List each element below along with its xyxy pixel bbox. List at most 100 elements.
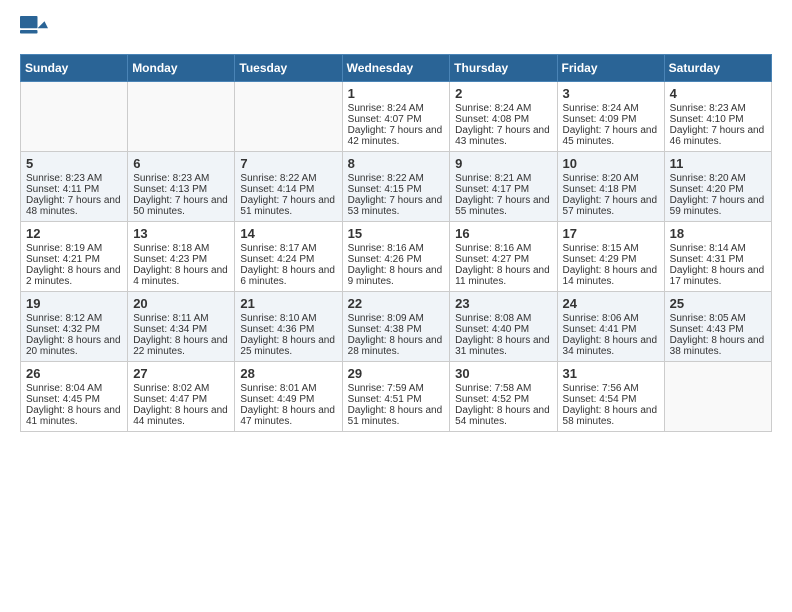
day-info: Sunrise: 8:06 AM: [563, 313, 659, 324]
day-info: Sunset: 4:54 PM: [563, 394, 659, 405]
day-info: Sunrise: 8:23 AM: [670, 103, 766, 114]
day-info: Daylight: 8 hours and 41 minutes.: [26, 405, 122, 427]
day-number: 23: [455, 296, 551, 311]
logo-icon: [20, 16, 48, 44]
calendar-cell: 6Sunrise: 8:23 AMSunset: 4:13 PMDaylight…: [128, 152, 235, 222]
day-number: 6: [133, 156, 229, 171]
day-number: 14: [240, 226, 336, 241]
day-info: Daylight: 8 hours and 14 minutes.: [563, 265, 659, 287]
calendar-cell: 27 Sunrise: 8:02 AMSunset: 4:47 PMDayligh…: [128, 362, 235, 432]
day-info: Sunrise: 8:02 AM: [133, 383, 229, 394]
day-info: Daylight: 8 hours and 51 minutes.: [348, 405, 445, 427]
day-info: Sunrise: 8:04 AM: [26, 383, 122, 394]
col-header-sunday: Sunday: [21, 55, 128, 82]
day-info: Sunset: 4:21 PM: [26, 254, 122, 265]
day-info: Daylight: 8 hours and 44 minutes.: [133, 405, 229, 427]
day-info: Sunset: 4:31 PM: [670, 254, 766, 265]
calendar-cell: 21Sunrise: 8:10 AMSunset: 4:36 PMDayligh…: [235, 292, 342, 362]
day-number: 25: [670, 296, 766, 311]
calendar-cell: 19Sunrise: 8:12 AMSunset: 4:32 PMDayligh…: [21, 292, 128, 362]
logo: [20, 16, 52, 44]
day-info: Daylight: 8 hours and 11 minutes.: [455, 265, 551, 287]
day-info: Sunrise: 8:14 AM: [670, 243, 766, 254]
day-info: Daylight: 8 hours and 58 minutes.: [563, 405, 659, 427]
day-info: Sunset: 4:38 PM: [348, 324, 445, 335]
day-info: Sunset: 4:23 PM: [133, 254, 229, 265]
day-number: 1: [348, 86, 445, 101]
day-number: 15: [348, 226, 445, 241]
calendar: SundayMondayTuesdayWednesdayThursdayFrid…: [20, 54, 772, 432]
day-info: Sunrise: 8:24 AM: [455, 103, 551, 114]
day-info: Sunset: 4:45 PM: [26, 394, 122, 405]
calendar-cell: 30Sunrise: 7:58 AMSunset: 4:52 PMDayligh…: [450, 362, 557, 432]
calendar-cell: 5Sunrise: 8:23 AMSunset: 4:11 PMDaylight…: [21, 152, 128, 222]
calendar-cell: 31 Sunrise: 7:56 AMSunset: 4:54 PMDayligh…: [557, 362, 664, 432]
day-info: Sunset: 4:49 PM: [240, 394, 336, 405]
day-number: 20: [133, 296, 229, 311]
page-header: [20, 16, 772, 44]
calendar-cell: [235, 82, 342, 152]
calendar-cell: 3Sunrise: 8:24 AMSunset: 4:09 PMDaylight…: [557, 82, 664, 152]
day-info: Daylight: 8 hours and 25 minutes.: [240, 335, 336, 357]
calendar-week-row: 5Sunrise: 8:23 AMSunset: 4:11 PMDaylight…: [21, 152, 772, 222]
day-number: 27: [133, 366, 229, 381]
day-info: Sunrise: 8:09 AM: [348, 313, 445, 324]
day-info: Daylight: 8 hours and 17 minutes.: [670, 265, 766, 287]
day-info: Sunset: 4:07 PM: [348, 114, 445, 125]
day-info: Sunset: 4:13 PM: [133, 184, 229, 195]
calendar-cell: 29Sunrise: 7:59 AMSunset: 4:51 PMDayligh…: [342, 362, 450, 432]
day-info: Sunset: 4:27 PM: [455, 254, 551, 265]
day-info: Sunrise: 8:15 AM: [563, 243, 659, 254]
day-info: Sunset: 4:40 PM: [455, 324, 551, 335]
col-header-friday: Friday: [557, 55, 664, 82]
day-number: 7: [240, 156, 336, 171]
calendar-cell: 26Sunrise: 8:04 AMSunset: 4:45 PMDayligh…: [21, 362, 128, 432]
calendar-cell: 14Sunrise: 8:17 AMSunset: 4:24 PMDayligh…: [235, 222, 342, 292]
day-info: Sunrise: 8:20 AM: [670, 173, 766, 184]
col-header-tuesday: Tuesday: [235, 55, 342, 82]
day-info: Sunrise: 8:08 AM: [455, 313, 551, 324]
calendar-cell: 28Sunrise: 8:01 AMSunset: 4:49 PMDayligh…: [235, 362, 342, 432]
day-info: Daylight: 7 hours and 53 minutes.: [348, 195, 445, 217]
calendar-cell: 7Sunrise: 8:22 AMSunset: 4:14 PMDaylight…: [235, 152, 342, 222]
day-info: Sunset: 4:15 PM: [348, 184, 445, 195]
day-info: Sunset: 4:26 PM: [348, 254, 445, 265]
calendar-header-row: SundayMondayTuesdayWednesdayThursdayFrid…: [21, 55, 772, 82]
day-number: 2: [455, 86, 551, 101]
day-number: 29: [348, 366, 445, 381]
day-info: Sunrise: 7:58 AM: [455, 383, 551, 394]
day-number: 13: [133, 226, 229, 241]
day-info: Sunrise: 8:24 AM: [563, 103, 659, 114]
day-number: 30: [455, 366, 551, 381]
col-header-wednesday: Wednesday: [342, 55, 450, 82]
day-info: Daylight: 7 hours and 59 minutes.: [670, 195, 766, 217]
day-info: Daylight: 8 hours and 9 minutes.: [348, 265, 445, 287]
day-info: Sunrise: 8:16 AM: [455, 243, 551, 254]
calendar-cell: 2Sunrise: 8:24 AMSunset: 4:08 PMDaylight…: [450, 82, 557, 152]
day-info: Daylight: 7 hours and 51 minutes.: [240, 195, 336, 217]
day-info: Daylight: 7 hours and 42 minutes.: [348, 125, 445, 147]
day-info: Sunset: 4:29 PM: [563, 254, 659, 265]
day-info: Sunset: 4:18 PM: [563, 184, 659, 195]
day-number: 19: [26, 296, 122, 311]
calendar-cell: 4Sunrise: 8:23 AMSunset: 4:10 PMDaylight…: [664, 82, 771, 152]
calendar-cell: 13Sunrise: 8:18 AMSunset: 4:23 PMDayligh…: [128, 222, 235, 292]
day-number: 31: [563, 366, 659, 381]
day-info: Sunset: 4:52 PM: [455, 394, 551, 405]
calendar-cell: 20Sunrise: 8:11 AMSunset: 4:34 PMDayligh…: [128, 292, 235, 362]
calendar-cell: 12Sunrise: 8:19 AMSunset: 4:21 PMDayligh…: [21, 222, 128, 292]
day-info: Sunrise: 7:56 AM: [563, 383, 659, 394]
day-info: Sunset: 4:47 PM: [133, 394, 229, 405]
day-info: Sunrise: 8:21 AM: [455, 173, 551, 184]
day-number: 18: [670, 226, 766, 241]
day-number: 10: [563, 156, 659, 171]
day-number: 9: [455, 156, 551, 171]
day-info: Daylight: 7 hours and 50 minutes.: [133, 195, 229, 217]
calendar-week-row: 19Sunrise: 8:12 AMSunset: 4:32 PMDayligh…: [21, 292, 772, 362]
day-info: Sunset: 4:08 PM: [455, 114, 551, 125]
day-info: Sunrise: 8:17 AM: [240, 243, 336, 254]
day-info: Sunrise: 7:59 AM: [348, 383, 445, 394]
calendar-cell: 11Sunrise: 8:20 AMSunset: 4:20 PMDayligh…: [664, 152, 771, 222]
day-info: Sunset: 4:32 PM: [26, 324, 122, 335]
day-info: Sunset: 4:41 PM: [563, 324, 659, 335]
